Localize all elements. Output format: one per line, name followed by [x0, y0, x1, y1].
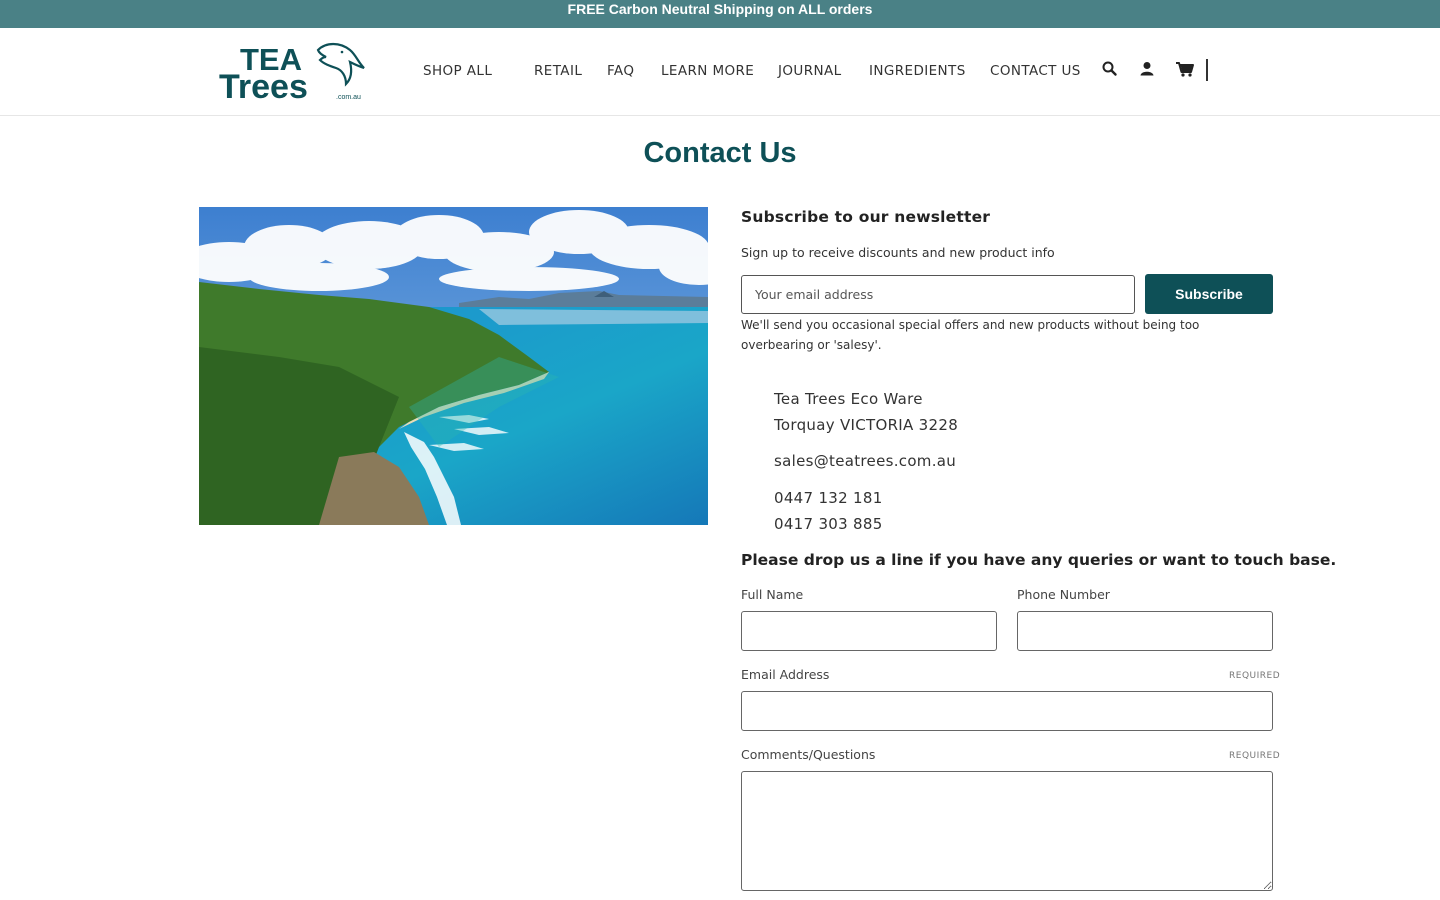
newsletter-email-input[interactable]: [741, 275, 1135, 314]
subscribe-button[interactable]: Subscribe: [1145, 274, 1273, 314]
contact-phone-2[interactable]: 0417 303 885: [774, 515, 883, 533]
comments-label: Comments/Questions: [741, 747, 876, 762]
nav-journal[interactable]: JOURNAL: [778, 63, 842, 79]
cart-icon[interactable]: [1175, 60, 1195, 78]
nav-learn-more[interactable]: LEARN MORE: [661, 63, 754, 79]
logo-suffix: .com.au: [336, 94, 361, 101]
comments-textarea[interactable]: [741, 771, 1273, 891]
newsletter-title: Subscribe to our newsletter: [741, 208, 991, 226]
header-divider: [1206, 59, 1208, 81]
announcement-bar: FREE Carbon Neutral Shipping on ALL orde…: [0, 0, 1440, 28]
account-icon[interactable]: [1138, 60, 1156, 78]
newsletter-note: We'll send you occasional special offers…: [741, 318, 1200, 352]
newsletter-description: Sign up to receive discounts and new pro…: [741, 245, 1055, 260]
company-name: Tea Trees Eco Ware: [774, 390, 923, 408]
full-name-label: Full Name: [741, 587, 804, 602]
comments-required-tag: REQUIRED: [1229, 751, 1281, 761]
announcement-text: FREE Carbon Neutral Shipping on ALL orde…: [567, 1, 873, 17]
company-location: Torquay VICTORIA 3228: [774, 416, 959, 434]
form-intro: Please drop us a line if you have any qu…: [741, 551, 1337, 569]
email-input[interactable]: [741, 691, 1273, 731]
nav-faq[interactable]: FAQ: [607, 63, 634, 79]
full-name-input[interactable]: [741, 611, 997, 651]
contact-email[interactable]: sales@teatrees.com.au: [774, 452, 956, 470]
site-header: TEA Trees .com.au SHOP ALL RETAIL FAQ LE…: [0, 28, 1440, 116]
logo-trees: Trees: [219, 68, 308, 102]
coastline-photo: [199, 207, 708, 525]
nav-contact-us[interactable]: CONTACT US: [990, 63, 1081, 79]
email-required-tag: REQUIRED: [1229, 671, 1281, 681]
nav-shop-all[interactable]: SHOP ALL: [423, 63, 492, 79]
nav-retail[interactable]: RETAIL: [534, 63, 582, 79]
tea-trees-logo[interactable]: TEA Trees .com.au: [218, 40, 366, 102]
contact-phone-1[interactable]: 0447 132 181: [774, 489, 883, 507]
nav-ingredients[interactable]: INGREDIENTS: [869, 63, 966, 79]
phone-input[interactable]: [1017, 611, 1273, 651]
search-icon[interactable]: [1101, 60, 1119, 78]
phone-label: Phone Number: [1017, 587, 1110, 602]
email-label: Email Address: [741, 667, 830, 682]
page-title: Contact Us: [643, 137, 797, 169]
